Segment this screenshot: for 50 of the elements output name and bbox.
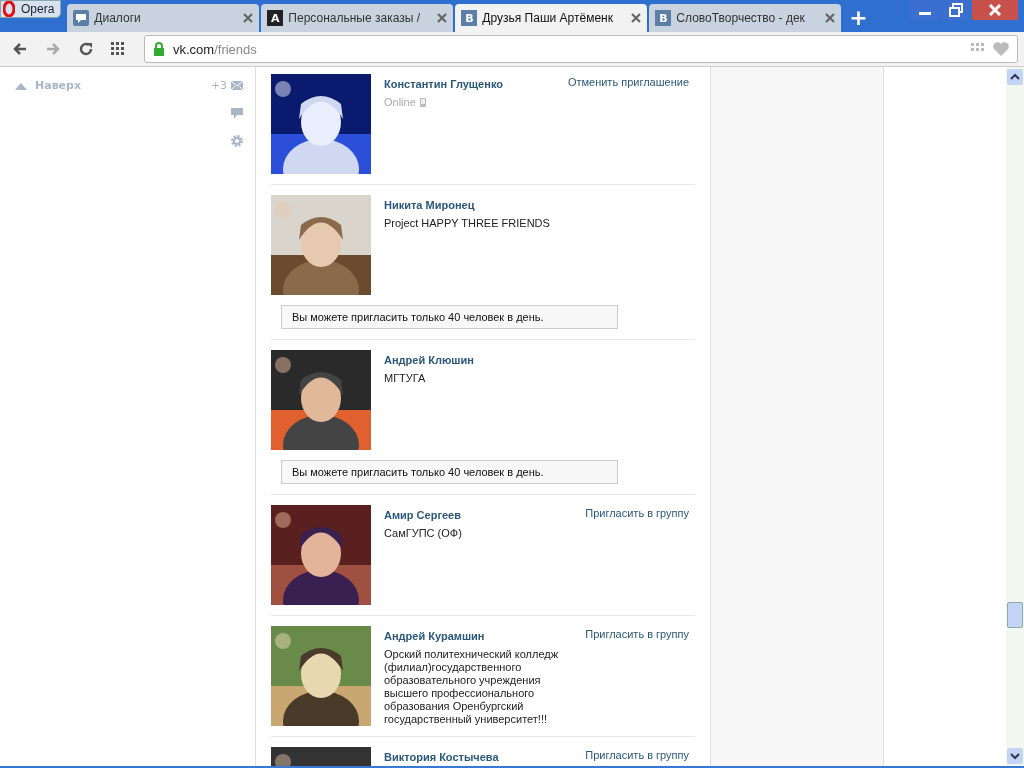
online-status: Online (384, 96, 416, 108)
scroll-up-icon[interactable] (1007, 69, 1023, 85)
site-icon: В (655, 10, 672, 26)
close-icon[interactable] (631, 13, 642, 23)
close-icon[interactable] (825, 13, 836, 23)
browser-tab[interactable]: В Друзья Паши Артёменк (455, 4, 648, 32)
message-count: +3 (210, 79, 227, 92)
site-icon: A (267, 10, 284, 26)
friend-name-link[interactable]: Амир Сергеев (384, 509, 573, 521)
reload-icon[interactable] (78, 41, 94, 57)
browser-tab[interactable]: Диалоги (67, 4, 260, 32)
lock-icon (153, 42, 165, 56)
chat-icon (73, 10, 90, 26)
browser-tab[interactable]: A Персональные заказы / (261, 4, 454, 32)
friend-info-text: Project HAPPY THREE FRIENDS (384, 217, 551, 230)
invite-action-link[interactable]: Пригласить в группу (585, 626, 695, 726)
scroll-down-icon[interactable] (1007, 748, 1023, 764)
scroll-thumb[interactable] (1007, 602, 1023, 628)
close-icon[interactable] (437, 13, 448, 23)
friend-name-link[interactable]: Виктория Костычева (384, 751, 573, 763)
site-icon: В (461, 10, 478, 26)
scrollbar[interactable] (1006, 67, 1024, 766)
minimize-icon[interactable] (910, 0, 940, 20)
grid-icon[interactable] (111, 42, 125, 56)
restore-icon[interactable] (941, 0, 971, 20)
friend-name-link[interactable]: Андрей Клюшин (384, 354, 695, 366)
invite-limit-notice: Вы можете пригласить только 40 человек в день. (281, 305, 618, 329)
friend-name-link[interactable]: Никита Миронец (384, 199, 695, 211)
browser-tab[interactable]: В СловоТворчество - дек (649, 4, 842, 32)
back-icon[interactable] (12, 41, 28, 57)
tab-title: СловоТворчество - дек (676, 11, 806, 25)
invite-limit-notice: Вы можете пригласить только 40 человек в день. (281, 460, 618, 484)
friend-info-text: СамГУПС (ОФ) (384, 527, 463, 540)
new-tab-button[interactable]: + (841, 5, 876, 30)
close-icon[interactable] (972, 0, 1018, 20)
friend-info-text: Орский политехнический колледж (филиал)государственного образовательного учреждения высшего профессионального образования Оренбургский государственный университет!!! (384, 648, 560, 726)
url-text: vk.com/friends (173, 41, 257, 57)
friend-name-link[interactable]: Андрей Курамшин (384, 630, 573, 642)
invite-action-link[interactable]: Пригласить в группу (585, 747, 695, 766)
invite-action-link[interactable]: Пригласить в группу (585, 505, 695, 605)
opera-menu-button[interactable]: Opera (0, 0, 62, 18)
friend-name-link[interactable]: Константин Глущенко (384, 78, 555, 90)
tab-title: Друзья Паши Артёменк (482, 11, 614, 25)
friend-info-text: МГТУГА (384, 372, 427, 385)
invite-action-link[interactable]: Отменить приглашение (567, 74, 695, 174)
tab-title: Персональные заказы / (288, 11, 421, 25)
close-icon[interactable] (243, 13, 254, 23)
up-arrow-icon (15, 81, 27, 90)
tab-title: Диалоги (94, 11, 142, 25)
opera-logo-icon (3, 1, 15, 17)
